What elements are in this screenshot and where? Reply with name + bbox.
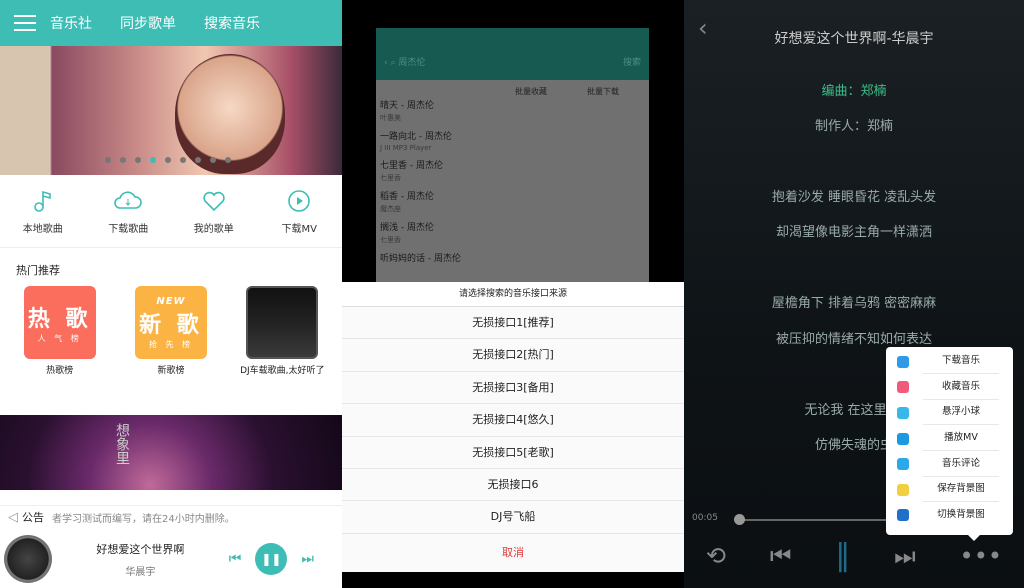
menu-item-icon [897, 432, 909, 445]
menu-item-icon [897, 483, 909, 496]
previous-icon[interactable]: ⏮ [229, 551, 242, 567]
menu-item-icon [897, 355, 909, 368]
previous-icon[interactable]: ⏮ [770, 542, 792, 570]
lyric-line: 制作人：郑楠 [814, 119, 893, 134]
new-songs-card[interactable]: NEW 新 歌抢 先 榜新歌榜 [123, 286, 218, 376]
progress-knob[interactable] [734, 514, 745, 525]
menu-item[interactable]: 下载音乐 [886, 349, 1013, 375]
hot-songs-card[interactable]: 热 歌人 气 榜热歌榜 [12, 286, 107, 376]
elapsed-time: 00:05 [692, 513, 718, 523]
my-playlists-button[interactable]: 我的歌单 [179, 188, 249, 235]
menu-item[interactable]: 切换背景图 [886, 503, 1013, 529]
recommend-list: 热 歌人 气 榜热歌榜 NEW 新 歌抢 先 榜新歌榜 DJ车载歌曲,太好听了 [0, 286, 342, 376]
player-screen: ‹ 好想爱这个世界啊-华晨宇 编曲：郑楠制作人：郑楠抱着沙发 睡眼昏花 凌乱头发… [684, 0, 1024, 588]
pause-icon[interactable]: ‖ [835, 538, 850, 573]
pause-button[interactable]: ❚❚ [255, 543, 288, 575]
downloaded-songs-button[interactable]: 下载歌曲 [93, 188, 163, 235]
result-item[interactable]: 稻香 - 周杰伦 魔杰座 [376, 188, 649, 219]
play-circle-icon [288, 189, 311, 212]
menu-item[interactable]: 悬浮小球 [886, 400, 1013, 426]
new-songs-cover: NEW 新 歌抢 先 榜 [134, 286, 207, 359]
lyric-line: 编曲：郑楠 [821, 84, 887, 99]
cancel-button[interactable]: 取消 [342, 533, 684, 572]
result-item[interactable]: 一路向北 - 周杰伦 J III MP3 Player [376, 128, 649, 157]
source-option[interactable]: 无损接口2[热门] [342, 339, 684, 372]
menu-icon[interactable] [14, 15, 36, 31]
local-songs-button[interactable]: 本地歌曲 [8, 188, 78, 235]
source-option[interactable]: 无损接口1[推荐] [342, 307, 684, 340]
next-icon[interactable]: ⏭ [301, 551, 314, 567]
more-menu: 下载音乐 收藏音乐 悬浮小球 播放MV 音乐评论 保存背景图 切换背景图 [886, 347, 1013, 541]
cloud-download-icon [114, 190, 143, 209]
secondary-banner[interactable]: 想象里 [0, 415, 342, 490]
back-icon[interactable]: ‹ [698, 14, 708, 42]
result-item[interactable]: 听妈妈的话 - 周杰伦 [376, 250, 649, 269]
repeat-icon[interactable]: ⟲ [706, 542, 726, 570]
heart-icon [203, 191, 225, 211]
lyric-line: 被压抑的情绪不知如何表达 [775, 332, 932, 347]
batch-download-button[interactable]: 批量下载 [587, 86, 619, 97]
source-option[interactable]: 无损接口4[悠久] [342, 404, 684, 437]
song-artist: 华晨宇 [125, 566, 156, 578]
music-note-icon [33, 190, 51, 212]
lyric-line: 屋檐角下 排着乌鸦 密密麻麻 [771, 296, 937, 311]
next-icon[interactable]: ⏭ [894, 542, 916, 570]
menu-item[interactable]: 播放MV [886, 426, 1013, 452]
section-title: 热门推荐 [16, 264, 60, 277]
source-option[interactable]: DJ号飞船 [342, 501, 684, 534]
menu-item-icon [897, 381, 909, 394]
result-item[interactable]: 晴天 - 周杰伦 叶惠美 [376, 97, 649, 128]
download-mv-button[interactable]: 下载MV [264, 188, 334, 235]
search-results-dimmed: ‹ ⌕ 周杰伦 搜索 批量收藏 批量下载 晴天 - 周杰伦 叶惠美 一路向北 - 周杰伦… [376, 28, 649, 290]
tab-search-music[interactable]: 搜索音乐 [204, 13, 260, 33]
source-option[interactable]: 无损接口3[备用] [342, 371, 684, 405]
more-icon[interactable]: ••• [960, 542, 1002, 570]
search-screen: ‹ ⌕ 周杰伦 搜索 批量收藏 批量下载 晴天 - 周杰伦 叶惠美 一路向北 - 周杰伦… [342, 0, 684, 588]
mini-player[interactable]: 好想爱这个世界啊 华晨宇 ⏮ ❚❚ ⏭ [0, 530, 342, 588]
menu-item-icon [897, 509, 909, 522]
source-option[interactable]: 无损接口5[老歌] [342, 436, 684, 469]
home-screen: 音乐社 同步歌单 搜索音乐 本地歌曲 下载歌曲 我的歌单 下载MV 热门推荐 热… [0, 0, 342, 588]
result-item[interactable]: 搁浅 - 周杰伦 七里香 [376, 219, 649, 250]
megaphone-icon: ◁ [8, 509, 18, 525]
batch-favorite-button[interactable]: 批量收藏 [515, 86, 547, 97]
hot-songs-cover: 热 歌人 气 榜 [23, 286, 96, 359]
progress-slider[interactable] [736, 519, 896, 521]
tab-sync-playlist[interactable]: 同步歌单 [120, 13, 176, 33]
menu-item[interactable]: 收藏音乐 [886, 375, 1013, 401]
top-bar: 音乐社 同步歌单 搜索音乐 [0, 0, 342, 46]
source-option[interactable]: 无损接口6 [342, 468, 684, 502]
notice-bar: ◁ 公告 者学习测试而编写，请在24小时内删除。 [0, 505, 342, 528]
album-art [4, 535, 52, 583]
song-title: 好想爱这个世界啊-华晨宇 [774, 31, 934, 47]
banner-carousel[interactable] [0, 46, 342, 175]
menu-item[interactable]: 音乐评论 [886, 451, 1013, 477]
back-icon: ‹ ⌕ 周杰伦 [384, 58, 426, 68]
quick-actions: 本地歌曲 下载歌曲 我的歌单 下载MV [0, 175, 342, 248]
dj-songs-cover [246, 286, 319, 359]
source-select-dialog: 请选择搜索的音乐接口来源 无损接口1[推荐] 无损接口2[热门] 无损接口3[备用]… [342, 282, 684, 572]
menu-item[interactable]: 保存背景图 [886, 477, 1013, 503]
result-item[interactable]: 七里香 - 周杰伦 七里香 [376, 157, 649, 188]
search-button[interactable]: 搜索 [623, 55, 641, 68]
lyric-line: 却渴望像电影主角一样潇洒 [775, 225, 932, 240]
banner-image [175, 54, 285, 174]
lyric-line: 抱着沙发 睡眼昏花 凌乱头发 [771, 190, 937, 205]
menu-item-icon [897, 406, 909, 419]
dialog-title: 请选择搜索的音乐接口来源 [342, 282, 684, 307]
menu-item-icon [897, 458, 909, 471]
carousel-dots [105, 157, 231, 163]
tab-music-club[interactable]: 音乐社 [50, 13, 92, 33]
dj-songs-card[interactable]: DJ车载歌曲,太好听了 [235, 286, 330, 376]
song-title: 好想爱这个世界啊 [96, 542, 185, 556]
